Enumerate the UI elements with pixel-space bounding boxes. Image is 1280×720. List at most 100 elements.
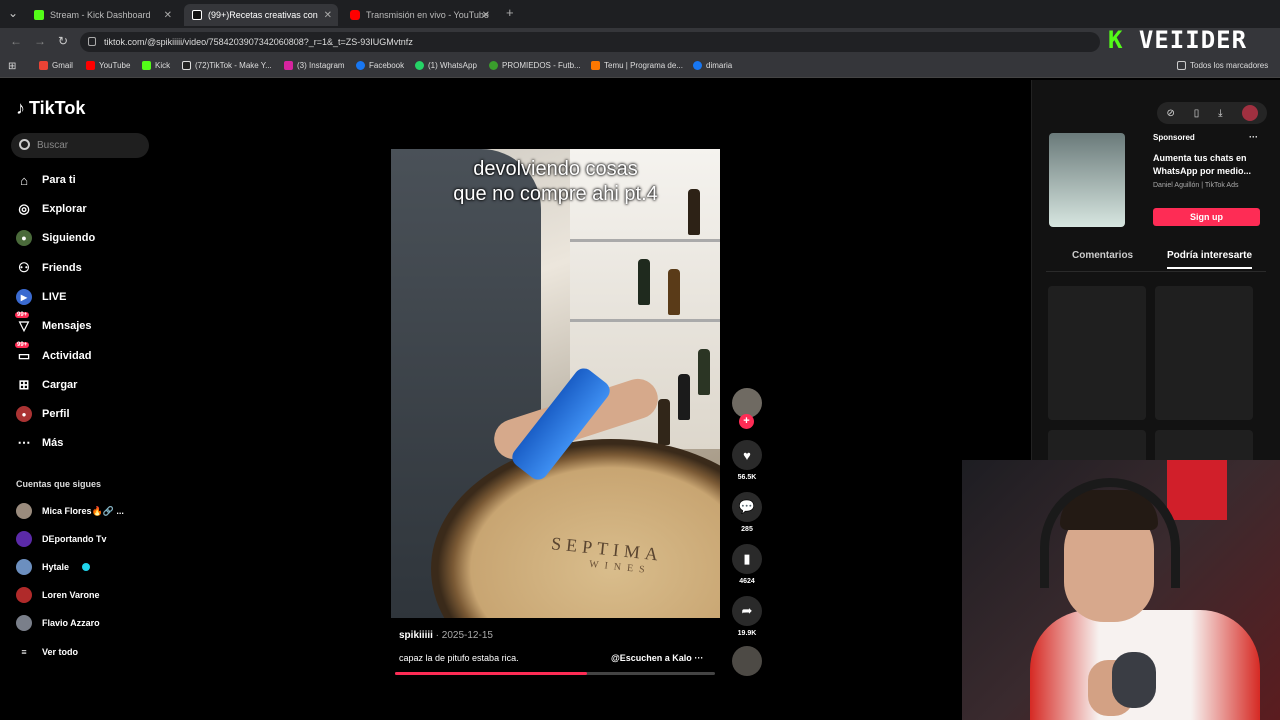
messages-badge: 99+ [15, 312, 30, 318]
heart-icon: ♥ [732, 440, 762, 470]
bottle [698, 349, 710, 395]
tab-tiktok[interactable]: (99+)Recetas creativas con ✕ [184, 4, 338, 26]
nav-live[interactable]: ▶ LIVE [16, 287, 66, 307]
url-text: tiktok.com/@spikiiiii/video/758420390734… [104, 37, 413, 47]
verified-icon [82, 563, 91, 571]
author-avatar-button[interactable]: + [730, 388, 764, 429]
bookmark-label: Kick [155, 61, 171, 70]
download-icon[interactable]: ⤓ [1218, 108, 1222, 119]
account-item[interactable]: Mica Flores🔥🔗 ... [16, 502, 124, 520]
tab-title: (99+)Recetas creativas con [208, 10, 318, 20]
comment-button[interactable]: 💬 285 [730, 492, 764, 533]
avatar[interactable] [1241, 105, 1258, 121]
share-button[interactable]: ➦ 19.9K [730, 596, 764, 637]
save-button[interactable]: ▮ 4624 [730, 544, 764, 585]
sound-link[interactable]: @Escuchen a Kalo ··· [611, 653, 703, 663]
compass-icon[interactable]: ⊘ [1166, 108, 1174, 119]
follow-plus-icon[interactable]: + [739, 414, 754, 429]
live-icon: ▶ [16, 289, 32, 305]
tiktok-sidebar: ♪ TikTok Buscar ⌂ Para ti ◎ Explorar ● Sigui… [0, 80, 160, 720]
close-icon[interactable]: ✕ [164, 10, 172, 21]
activity-icon: ▭ 99+ [15, 342, 31, 363]
close-icon[interactable]: ✕ [482, 10, 490, 21]
bookmark-kick[interactable]: Kick [142, 61, 170, 70]
see-all-label: Ver todo [42, 647, 79, 657]
ad-more-icon[interactable]: ··· [1249, 132, 1258, 142]
search-input[interactable]: Buscar [11, 133, 149, 158]
tab-comentarios[interactable]: Comentarios [1072, 250, 1133, 261]
temu-icon [591, 61, 600, 70]
bookmark-dimaria[interactable]: dimaria [693, 61, 732, 70]
new-tab-button[interactable]: + [506, 5, 514, 20]
nav-mensajes[interactable]: ▽ 99+ Mensajes [15, 312, 92, 336]
all-bookmarks-folder[interactable]: Todos los marcadores [1177, 61, 1268, 70]
top-utility-icons: ⊘ ▯ ⤓ [1157, 102, 1267, 124]
account-item[interactable]: DEportando Tv [16, 530, 107, 548]
site-info-icon[interactable] [88, 37, 96, 46]
bookmark-instagram[interactable]: (3) Instagram [284, 61, 345, 70]
tab-podria-interesarte[interactable]: Podría interesarte [1167, 250, 1253, 269]
video-progress-bar[interactable] [395, 672, 715, 675]
tiktok-note-icon: ♪ [16, 98, 25, 118]
account-item[interactable]: Loren Varone [16, 586, 100, 604]
overlay-line-2: que no compre ahi pt.4 [453, 183, 658, 205]
kick-favicon-icon [34, 10, 44, 20]
account-item[interactable]: Hytale [16, 558, 91, 576]
bookmark-tiktok[interactable]: (72)TikTok - Make Y... [182, 61, 272, 70]
url-field[interactable]: tiktok.com/@spikiiiii/video/758420390734… [80, 32, 1100, 52]
nav-friends[interactable]: ⚇ Friends [16, 258, 82, 278]
back-icon[interactable]: ← [10, 34, 22, 48]
save-count: 4624 [739, 578, 755, 585]
nav-label: Friends [42, 262, 82, 274]
bookmark-label: Gmail [52, 61, 73, 70]
search-icon [19, 139, 30, 150]
close-icon[interactable]: ✕ [324, 10, 332, 21]
suggestion-placeholder[interactable] [1048, 286, 1146, 420]
tab-youtube[interactable]: Transmisión en vivo - YouTube ✕ [342, 4, 496, 26]
nav-siguiendo[interactable]: ● Siguiendo [16, 228, 95, 248]
comment-icon: 💬 [732, 492, 762, 522]
tab-divider [1046, 271, 1266, 272]
avatar [16, 559, 32, 575]
video-author[interactable]: spikiiiii · 2025-12-15 [399, 630, 493, 641]
promiedos-icon [489, 61, 498, 70]
like-button[interactable]: ♥ 56.5K [730, 440, 764, 481]
nav-mas[interactable]: ⋯ Más [16, 433, 64, 453]
webcam-overlay [962, 460, 1280, 720]
overlay-line-1: devolviendo cosas [473, 158, 638, 180]
tab-list-button[interactable]: ⌄ [8, 6, 18, 20]
nav-para-ti[interactable]: ⌂ Para ti [16, 170, 76, 190]
nav-actividad[interactable]: ▭ 99+ Actividad [15, 342, 92, 366]
more-icon[interactable]: ··· [694, 653, 703, 663]
bookmark-whatsapp[interactable]: (1) WhatsApp [415, 61, 477, 70]
bookmark-youtube[interactable]: YouTube [86, 61, 130, 70]
see-all-link[interactable]: ≡ Ver todo [16, 643, 78, 661]
signup-button[interactable]: Sign up [1153, 208, 1260, 226]
nav-perfil[interactable]: ● Perfil [16, 404, 70, 424]
apps-icon[interactable]: ⊞ [8, 61, 16, 72]
ad-thumbnail[interactable] [1049, 133, 1125, 227]
like-count: 56.5K [737, 474, 757, 481]
youtube-favicon-icon [350, 10, 360, 20]
following-accounts-title: Cuentas que sigues [16, 479, 102, 489]
ad-headline[interactable]: Aumenta tus chats en WhatsApp por medio.… [1153, 152, 1263, 178]
home-icon: ⌂ [20, 172, 28, 188]
bookmark-gmail[interactable]: Gmail [39, 61, 73, 70]
upload-icon: ⊞ [18, 377, 30, 392]
reload-icon[interactable]: ↻ [58, 34, 68, 48]
bookmark-facebook[interactable]: Facebook [356, 61, 404, 70]
forward-icon[interactable]: → [34, 34, 46, 48]
tab-kick-dashboard[interactable]: Stream - Kick Dashboard ✕ [26, 4, 178, 26]
phone-icon[interactable]: ▯ [1194, 108, 1200, 119]
suggestion-placeholder[interactable] [1155, 286, 1253, 420]
account-item[interactable]: Flavio Azzaro [16, 614, 100, 632]
bookmark-promiedos[interactable]: PROMIEDOS - Futb... [489, 61, 581, 70]
bookmark-temu[interactable]: Temu | Programa de... [591, 61, 683, 70]
sound-disc-button[interactable] [730, 646, 764, 676]
nav-cargar[interactable]: ⊞ Cargar [16, 375, 78, 395]
activity-badge: 99+ [15, 342, 30, 348]
video-player[interactable]: SEPTIMA WINES devolviendo cosas que no c… [391, 149, 720, 618]
tiktok-logo[interactable]: ♪ TikTok [16, 98, 85, 119]
nav-explorar[interactable]: ◎ Explorar [16, 199, 86, 219]
overlay-logo-right: VEIIDER [1138, 26, 1248, 54]
